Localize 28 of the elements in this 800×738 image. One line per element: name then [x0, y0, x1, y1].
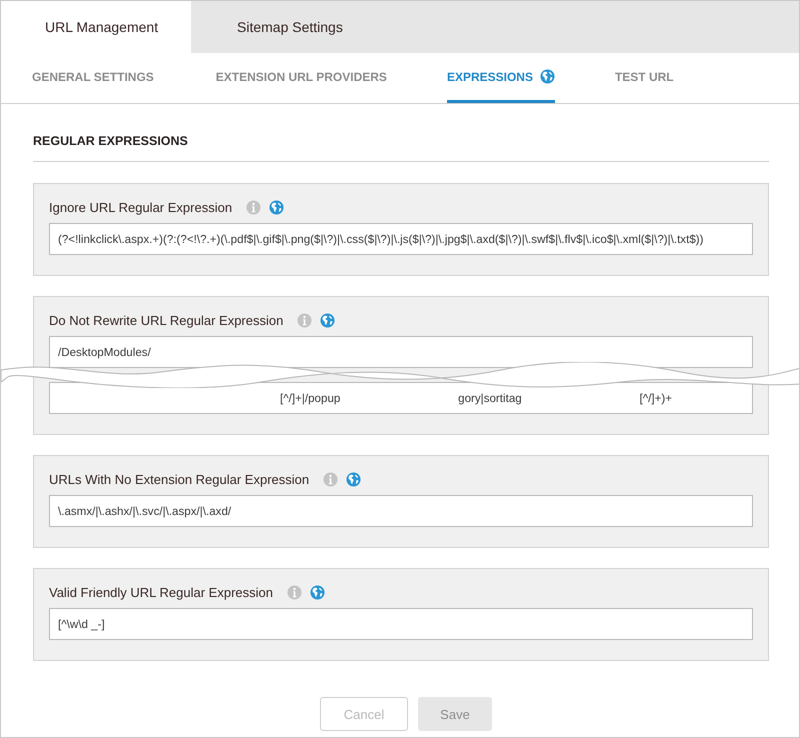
info-icon[interactable] [246, 200, 262, 214]
tab-label: EXTENSION URL PROVIDERS [216, 70, 387, 84]
globe-icon [320, 312, 336, 328]
info-icon[interactable] [286, 584, 302, 600]
globe-icon [269, 200, 284, 214]
input-field[interactable]: (?<!linkclick\.aspx.+)(?:(?<!\?.+)(\.pdf$|\.gif$|\.png($|\?)|\.css($|\?)|\.js($|\?)|\.jpg$|\.axd($|\?)|\.swf$|\.flv$|\.ico$|\.xml($|\?)|\.txt$)) [49, 223, 753, 255]
field-label: Ignore URL Regular Expression [49, 200, 232, 214]
tab-label: TEST URL [614, 70, 674, 84]
field-text-fragment: [^/]+|/popup [280, 392, 340, 404]
tab[interactable]: URL Management [1, 1, 191, 53]
info-icon[interactable] [323, 472, 338, 486]
section-title: REGULAR EXPRESSIONS [33, 134, 769, 162]
field-text-fragment: [^/]+)+ [639, 392, 672, 404]
tab-label: GENERAL SETTINGS [32, 70, 154, 84]
tab-label: EXPRESSIONS [446, 70, 533, 84]
globe-icon [310, 584, 325, 600]
info-icon[interactable] [297, 312, 312, 328]
globe-icon [346, 472, 362, 486]
input-field[interactable]: \.asmx/|\.ashx/|\.svc/|\.aspx/|\.axd/ [49, 495, 753, 527]
input-field[interactable]: /DesktopModules/ [49, 336, 753, 368]
field-label: Do Not Rewrite URL Regular Expression [49, 312, 284, 328]
input-field[interactable]: [^\w\d _-] [49, 608, 753, 640]
tab[interactable]: Sitemap Settings [191, 1, 385, 53]
field-label: URLs With No Extension Regular Expression [49, 472, 310, 486]
input-field[interactable]: [^/]+|/popup gory|sortitag [^/]+)+ [49, 382, 753, 414]
field-label: Valid Friendly URL Regular Expression [49, 584, 273, 600]
field-text-fragment: gory|sortitag [458, 392, 522, 404]
tab[interactable]: EXPRESSIONS [446, 53, 555, 103]
